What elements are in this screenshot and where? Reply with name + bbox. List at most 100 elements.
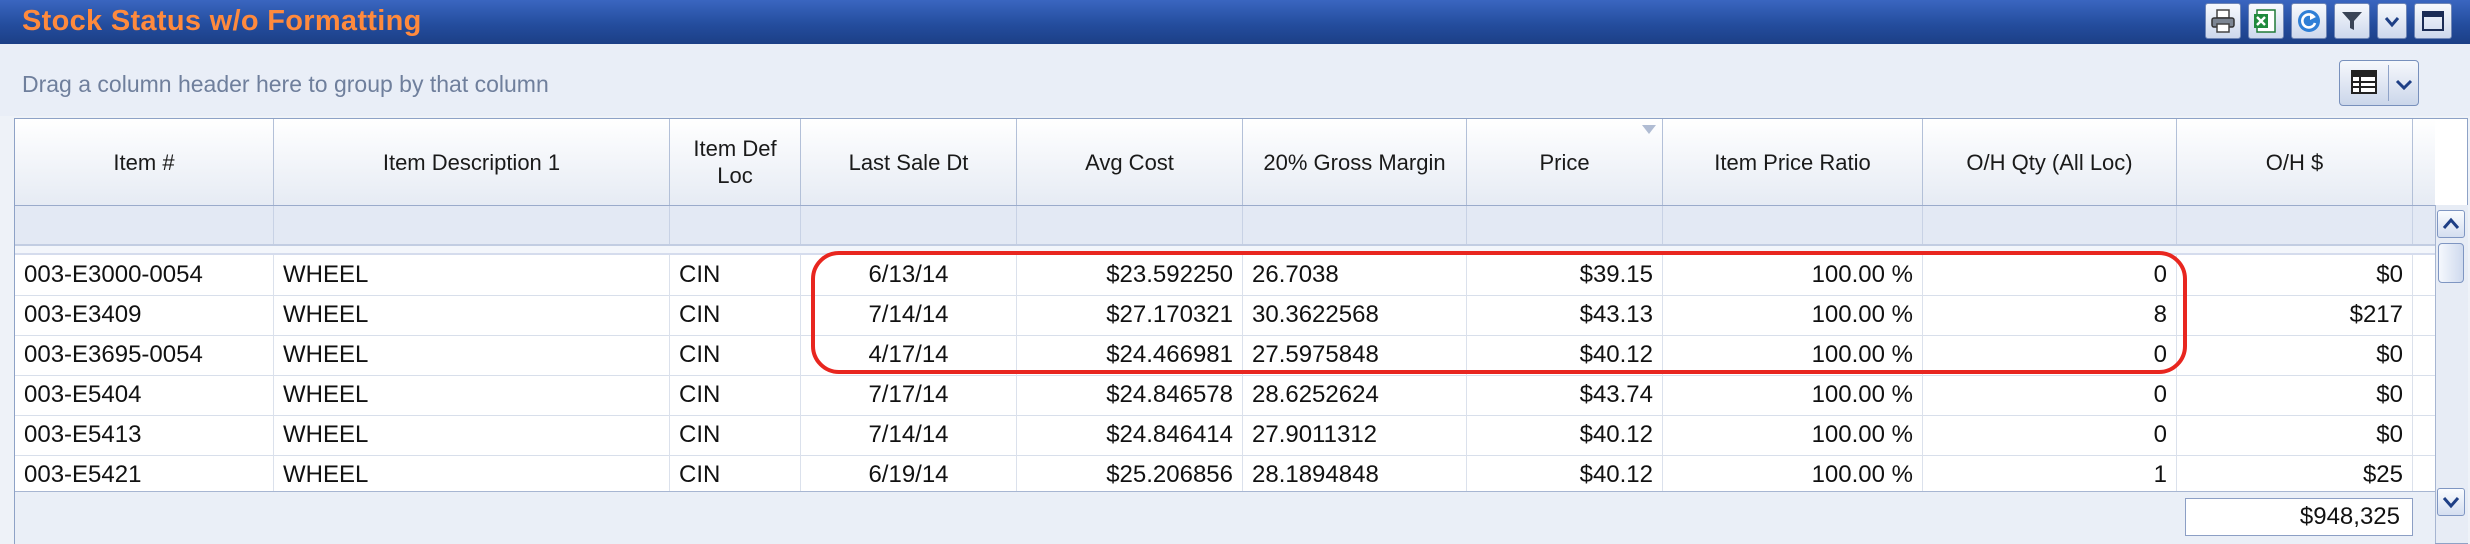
- table-row[interactable]: 003-E5421 WHEEL CIN 6/19/14 $25.206856 2…: [15, 455, 2435, 492]
- cell-item-def-loc: CIN: [670, 415, 801, 455]
- cell-oh-qty: 0: [1923, 335, 2177, 375]
- column-header-price-label: Price: [1539, 149, 1590, 175]
- cell-oh-qty: 0: [1923, 415, 2177, 455]
- filter-row[interactable]: [15, 206, 2435, 246]
- cell-item-number: 003-E5413: [15, 415, 274, 455]
- column-header-avg-cost[interactable]: Avg Cost: [1017, 119, 1243, 205]
- cell-item-price-ratio: 100.00 %: [1663, 415, 1923, 455]
- grid-header-row: Item # Item Description 1 Item Def Loc L…: [15, 119, 2435, 206]
- cell-gross-margin: 28.1894848: [1243, 455, 1467, 491]
- table-row[interactable]: 003-E3409 WHEEL CIN 7/14/14 $27.170321 3…: [15, 295, 2435, 336]
- chevron-up-icon: [2442, 217, 2460, 229]
- filter-cell[interactable]: [801, 206, 1017, 244]
- cell-item-price-ratio: 100.00 %: [1663, 455, 1923, 491]
- cell-item-description: WHEEL: [274, 255, 670, 295]
- cell-price: $43.13: [1467, 295, 1663, 335]
- vertical-scrollbar[interactable]: [2435, 205, 2468, 543]
- summary-footer: $948,325: [15, 491, 2435, 544]
- filter-cell[interactable]: [1017, 206, 1243, 244]
- refresh-icon: [2298, 10, 2320, 32]
- view-button-separator: [2388, 65, 2389, 101]
- column-header-price[interactable]: Price: [1467, 119, 1663, 205]
- refresh-button[interactable]: [2291, 3, 2327, 39]
- scroll-up-button[interactable]: [2437, 210, 2465, 238]
- cell-avg-cost: $23.592250: [1017, 255, 1243, 295]
- cell-price: $40.12: [1467, 455, 1663, 491]
- excel-icon: [2254, 9, 2276, 33]
- window-title-bar: Stock Status w/o Formatting: [0, 0, 2470, 45]
- column-header-oh-dollars[interactable]: O/H $: [2177, 119, 2413, 205]
- column-header-gross-margin[interactable]: 20% Gross Margin: [1243, 119, 1467, 205]
- table-row[interactable]: 003-E3695-0054 WHEEL CIN 4/17/14 $24.466…: [15, 335, 2435, 376]
- cell-item-description: WHEEL: [274, 455, 670, 491]
- group-by-panel[interactable]: Drag a column header here to group by th…: [0, 44, 2470, 116]
- cell-item-description: WHEEL: [274, 295, 670, 335]
- cell-gross-margin: 28.6252624: [1243, 375, 1467, 415]
- table-row[interactable]: 003-E3000-0054 WHEEL CIN 6/13/14 $23.592…: [15, 255, 2435, 296]
- scrollbar-thumb[interactable]: [2438, 243, 2464, 283]
- cell-oh-dollars: $0: [2177, 255, 2413, 295]
- chevron-down-icon: [2395, 79, 2413, 91]
- cell-gross-margin: 27.9011312: [1243, 415, 1467, 455]
- cell-item-description: WHEEL: [274, 335, 670, 375]
- cell-avg-cost: $27.170321: [1017, 295, 1243, 335]
- maximize-button[interactable]: [2414, 3, 2452, 39]
- cell-price: $40.12: [1467, 335, 1663, 375]
- dropdown-button[interactable]: [2377, 3, 2407, 39]
- table-row[interactable]: 003-E5404 WHEEL CIN 7/17/14 $24.846578 2…: [15, 375, 2435, 416]
- cell-price: $43.74: [1467, 375, 1663, 415]
- cell-avg-cost: $25.206856: [1017, 455, 1243, 491]
- cell-oh-dollars: $0: [2177, 415, 2413, 455]
- cell-item-price-ratio: 100.00 %: [1663, 335, 1923, 375]
- cell-oh-qty: 1: [1923, 455, 2177, 491]
- chevron-down-icon: [2384, 17, 2400, 28]
- grid-view-icon: [2351, 70, 2377, 94]
- printer-icon: [2211, 9, 2235, 33]
- chevron-down-icon: [2442, 497, 2460, 509]
- frozen-row-divider: [15, 246, 2435, 255]
- filter-cell[interactable]: [670, 206, 801, 244]
- cell-item-price-ratio: 100.00 %: [1663, 295, 1923, 335]
- column-header-last-sale-dt[interactable]: Last Sale Dt: [801, 119, 1017, 205]
- cell-oh-dollars: $0: [2177, 375, 2413, 415]
- window-title: Stock Status w/o Formatting: [22, 5, 422, 37]
- cell-item-def-loc: CIN: [670, 455, 801, 491]
- column-header-item-price-ratio[interactable]: Item Price Ratio: [1663, 119, 1923, 205]
- cell-price: $40.12: [1467, 415, 1663, 455]
- cell-item-description: WHEEL: [274, 375, 670, 415]
- cell-item-price-ratio: 100.00 %: [1663, 375, 1923, 415]
- grid-view-button[interactable]: [2339, 60, 2419, 106]
- filter-cell[interactable]: [1243, 206, 1467, 244]
- oh-dollars-total: $948,325: [2185, 498, 2413, 536]
- filter-button[interactable]: [2334, 3, 2370, 39]
- filter-cell[interactable]: [274, 206, 670, 244]
- cell-item-number: 003-E5404: [15, 375, 274, 415]
- print-button[interactable]: [2205, 3, 2241, 39]
- cell-item-number: 003-E3000-0054: [15, 255, 274, 295]
- filter-cell[interactable]: [1663, 206, 1923, 244]
- funnel-icon: [2342, 12, 2362, 30]
- filter-cell[interactable]: [2177, 206, 2413, 244]
- maximize-icon: [2422, 11, 2444, 31]
- cell-oh-qty: 0: [1923, 255, 2177, 295]
- filter-cell[interactable]: [1467, 206, 1663, 244]
- column-header-item-description[interactable]: Item Description 1: [274, 119, 670, 205]
- column-header-item-def-loc[interactable]: Item Def Loc: [670, 119, 801, 205]
- cell-last-sale-dt: 6/13/14: [801, 255, 1017, 295]
- column-header-oh-qty[interactable]: O/H Qty (All Loc): [1923, 119, 2177, 205]
- column-header-item-number[interactable]: Item #: [15, 119, 274, 205]
- cell-last-sale-dt: 7/17/14: [801, 375, 1017, 415]
- cell-last-sale-dt: 7/14/14: [801, 415, 1017, 455]
- excel-export-button[interactable]: [2248, 3, 2284, 39]
- stock-status-grid: Item # Item Description 1 Item Def Loc L…: [14, 118, 2468, 544]
- table-row[interactable]: 003-E5413 WHEEL CIN 7/14/14 $24.846414 2…: [15, 415, 2435, 456]
- cell-item-def-loc: CIN: [670, 375, 801, 415]
- scroll-down-button[interactable]: [2437, 488, 2465, 516]
- cell-avg-cost: $24.846578: [1017, 375, 1243, 415]
- cell-item-description: WHEEL: [274, 415, 670, 455]
- cell-oh-dollars: $217: [2177, 295, 2413, 335]
- cell-item-number: 003-E3409: [15, 295, 274, 335]
- filter-cell[interactable]: [1923, 206, 2177, 244]
- column-filter-icon[interactable]: [1642, 125, 1656, 134]
- filter-cell[interactable]: [15, 206, 274, 244]
